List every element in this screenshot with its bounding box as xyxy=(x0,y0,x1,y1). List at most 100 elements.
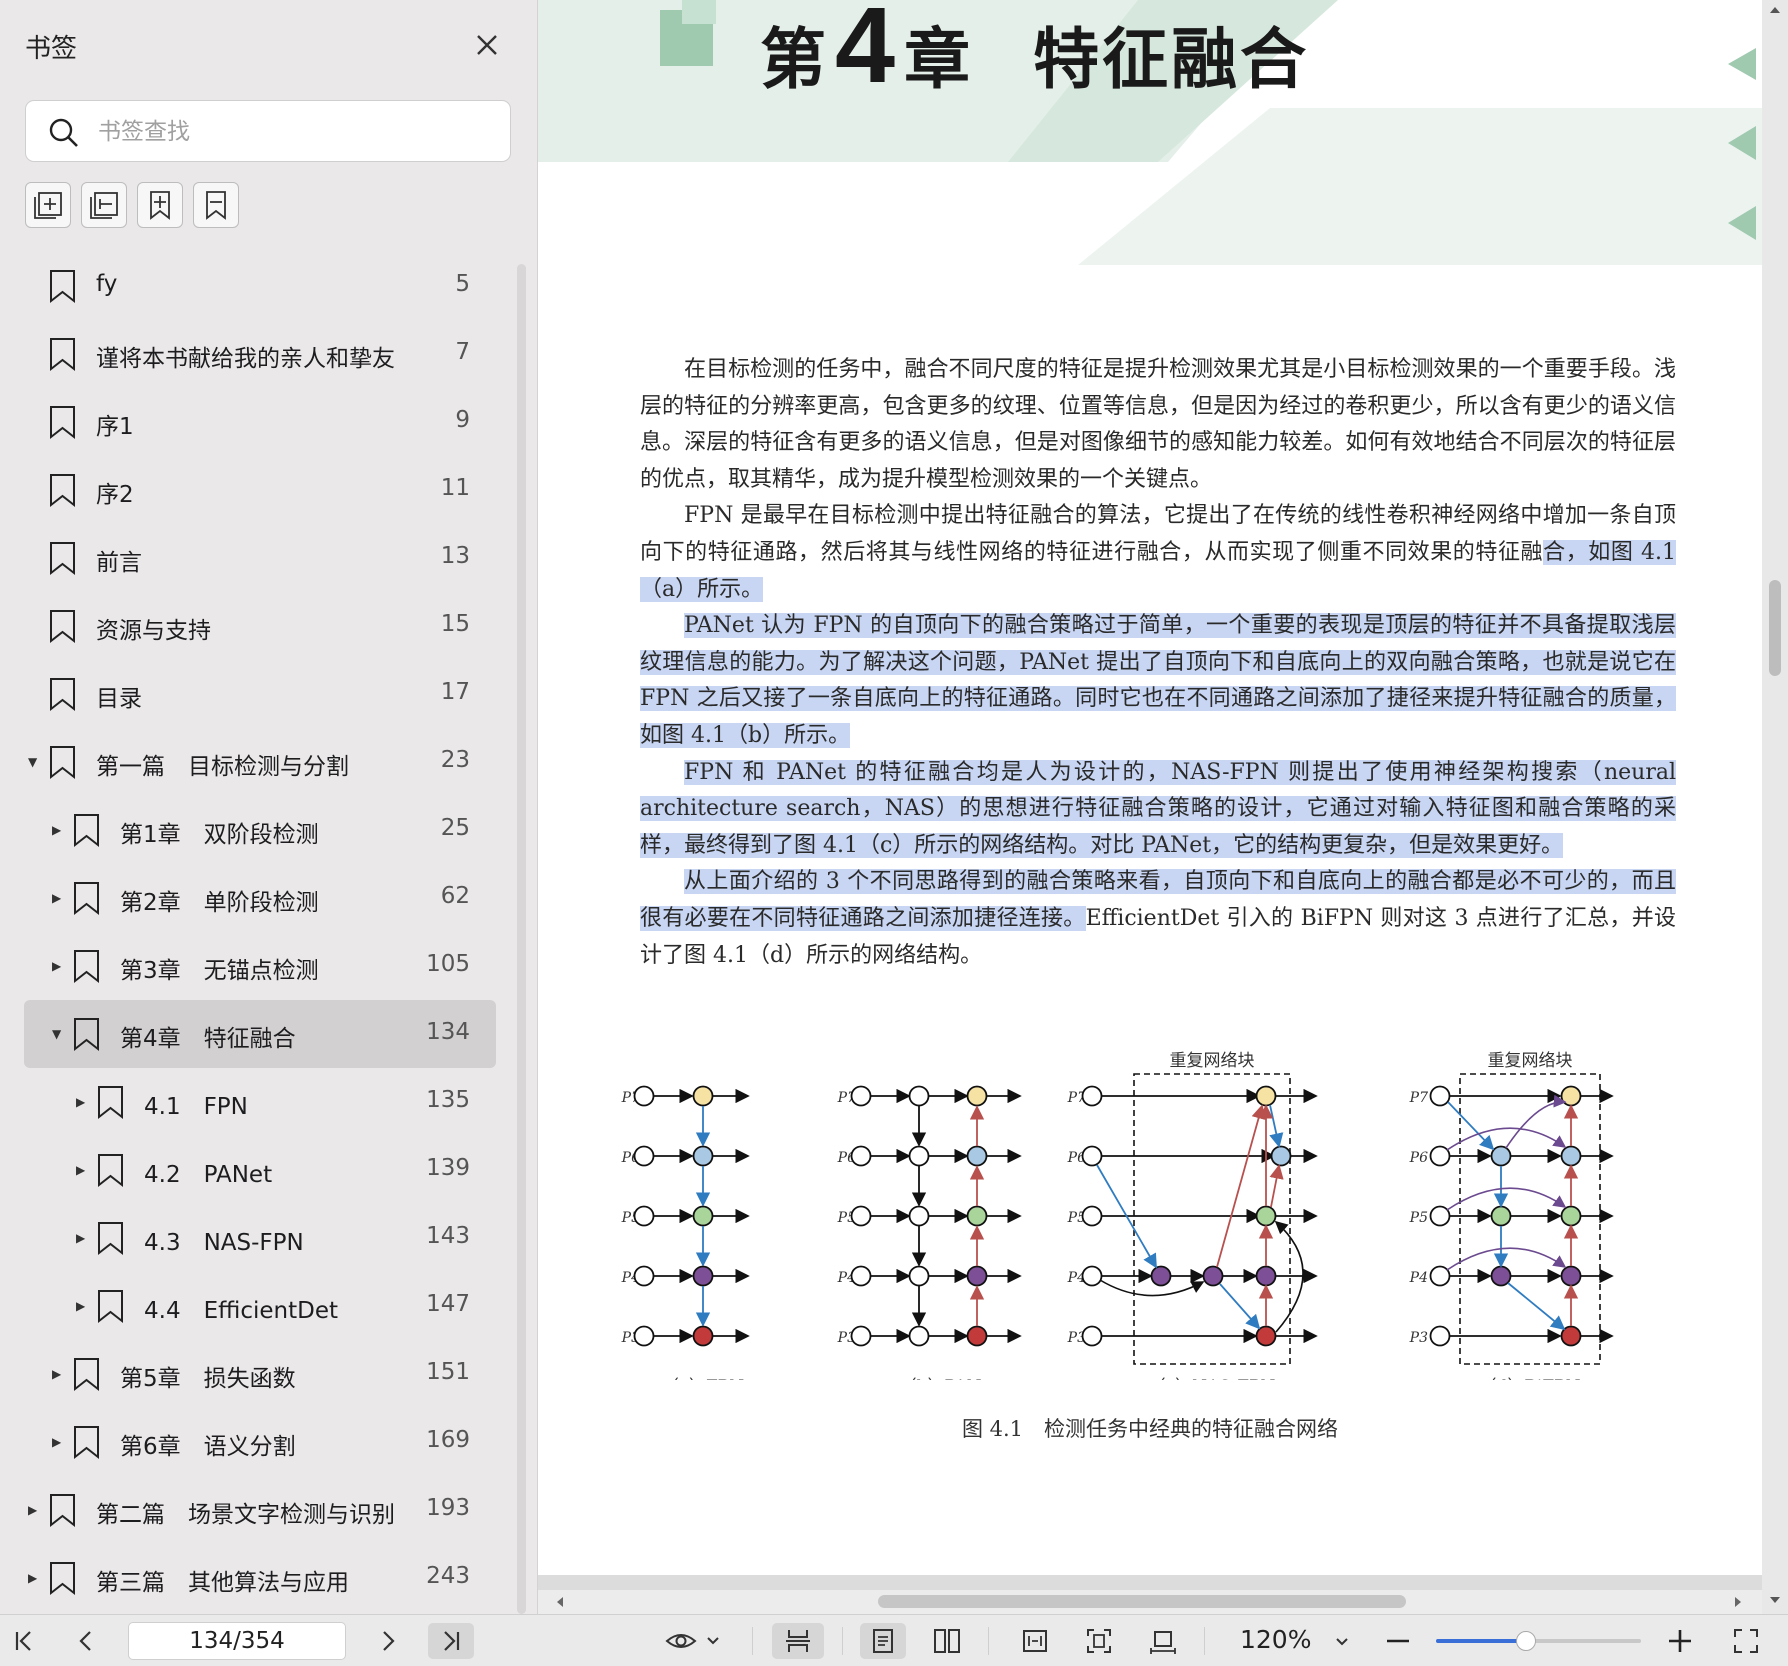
figure-node xyxy=(850,1325,872,1347)
bookmark-search-box[interactable] xyxy=(25,100,511,162)
zoom-level[interactable]: 120% xyxy=(1240,1625,1311,1654)
bookmark-label: 第1章 双阶段检测 xyxy=(120,822,319,848)
rotate-page-button[interactable] xyxy=(1140,1623,1186,1659)
vertical-scroll-thumb[interactable] xyxy=(1769,580,1781,676)
collapsed-triangle-icon[interactable]: ▶ xyxy=(52,888,66,908)
bookmark-item[interactable]: ▶ 第3章 无锚点检测 105 xyxy=(0,932,520,1000)
figure-node xyxy=(692,1145,714,1167)
collapsed-triangle-icon[interactable]: ▶ xyxy=(76,1228,90,1248)
bookmark-label: fy xyxy=(96,271,118,297)
collapsed-triangle-icon[interactable]: ▶ xyxy=(76,1296,90,1316)
bookmark-item[interactable]: 谨将本书献给我的亲人和挚友 7 xyxy=(0,320,520,388)
chapter-body-text[interactable]: 在目标检测的任务中，融合不同尺度的特征是提升检测效果尤其是小目标检测效果的一个重… xyxy=(640,352,1676,974)
vertical-scrollbar[interactable] xyxy=(1762,0,1788,1614)
figure-node xyxy=(692,1205,714,1227)
bookmark-icon xyxy=(74,950,99,984)
bookmark-item[interactable]: ▶ 4.3 NAS-FPN 143 xyxy=(0,1204,520,1272)
bookmark-item[interactable]: 序2 11 xyxy=(0,456,520,524)
bookmark-icon xyxy=(50,678,75,712)
collapse-all-button[interactable] xyxy=(81,182,127,228)
zoom-slider[interactable] xyxy=(1436,1631,1641,1651)
bookmark-sidebar: 书签 fy 5 谨将本书献给我的亲人和挚友 7 序1 9 序2 11 前言 13 资源与支持 15 目录… xyxy=(0,0,538,1614)
remove-bookmark-button[interactable] xyxy=(193,182,239,228)
bookmark-page-number: 151 xyxy=(426,1359,470,1385)
bookmark-label: 谨将本书献给我的亲人和挚友 xyxy=(96,346,395,372)
bookmark-icon xyxy=(98,1154,123,1188)
next-page-button[interactable] xyxy=(368,1623,408,1659)
bookmark-page-number: 23 xyxy=(440,747,470,773)
bookmark-item[interactable]: 前言 13 xyxy=(0,524,520,592)
figure-node xyxy=(966,1085,988,1107)
expanded-triangle-icon[interactable]: ▼ xyxy=(52,1024,66,1044)
scroll-right-icon[interactable] xyxy=(1728,1590,1748,1614)
zoom-dropdown-button[interactable] xyxy=(1322,1623,1362,1659)
continuous-scroll-button[interactable] xyxy=(772,1623,824,1659)
bookmark-icon xyxy=(50,406,75,440)
bookmark-item[interactable]: ▶ 第三篇 其他算法与应用 243 xyxy=(0,1544,520,1612)
bookmark-item[interactable]: ▶ 第2章 单阶段检测 62 xyxy=(0,864,520,932)
last-page-button[interactable] xyxy=(428,1623,474,1659)
zoom-in-button[interactable] xyxy=(1660,1623,1700,1659)
bookmark-page-number: 169 xyxy=(426,1427,470,1453)
collapsed-triangle-icon[interactable]: ▶ xyxy=(52,956,66,976)
bookmark-item[interactable]: ▶ 4.4 EfficientDet 147 xyxy=(0,1272,520,1340)
bookmark-item[interactable]: 序1 9 xyxy=(0,388,520,456)
collapsed-triangle-icon[interactable]: ▶ xyxy=(76,1092,90,1112)
bookmark-item[interactable]: fy 5 xyxy=(0,252,520,320)
figure-node xyxy=(1255,1085,1277,1107)
collapsed-triangle-icon[interactable]: ▶ xyxy=(28,1568,42,1588)
page-number-field[interactable]: 134/354 xyxy=(128,1622,346,1660)
fullscreen-button[interactable] xyxy=(1726,1623,1766,1659)
bookmark-label: 目录 xyxy=(96,686,142,712)
scroll-left-icon[interactable] xyxy=(550,1590,570,1614)
bookmark-label: 第6章 语义分割 xyxy=(120,1434,296,1460)
zoom-slider-knob[interactable] xyxy=(1516,1631,1537,1651)
view-options-button[interactable] xyxy=(662,1623,726,1659)
two-page-button[interactable] xyxy=(924,1623,970,1659)
bookmark-item[interactable]: ▼ 第4章 特征融合 134 xyxy=(24,1000,496,1068)
figure-node xyxy=(633,1145,655,1167)
bottom-toolbar: 134/354 120% xyxy=(0,1614,1788,1666)
sidebar-scrollbar[interactable] xyxy=(517,264,526,1614)
horizontal-scroll-thumb[interactable] xyxy=(878,1595,1406,1608)
collapsed-triangle-icon[interactable]: ▶ xyxy=(76,1160,90,1180)
collapsed-triangle-icon[interactable]: ▶ xyxy=(28,1500,42,1520)
collapsed-triangle-icon[interactable]: ▶ xyxy=(52,1364,66,1384)
horizontal-scrollbar[interactable] xyxy=(538,1590,1762,1614)
bookmark-page-number: 62 xyxy=(440,883,470,909)
fit-page-button[interactable] xyxy=(1076,1623,1122,1659)
bookmark-item[interactable]: ▶ 第1章 双阶段检测 25 xyxy=(0,796,520,864)
figure-node xyxy=(850,1205,872,1227)
bookmark-item[interactable]: ▶ 第5章 损失函数 151 xyxy=(0,1340,520,1408)
figure-node xyxy=(966,1145,988,1167)
first-page-button[interactable] xyxy=(4,1623,44,1659)
collapsed-triangle-icon[interactable]: ▶ xyxy=(52,820,66,840)
zoom-out-button[interactable] xyxy=(1378,1623,1418,1659)
bookmark-item[interactable]: ▶ 4.1 FPN 135 xyxy=(0,1068,520,1136)
previous-page-button[interactable] xyxy=(66,1623,106,1659)
continuous-scroll-icon xyxy=(786,1630,810,1652)
bookmark-item[interactable]: ▼ 第一篇 目标检测与分割 23 xyxy=(0,728,520,796)
figure-node xyxy=(1560,1325,1582,1347)
collapsed-triangle-icon[interactable]: ▶ xyxy=(52,1432,66,1452)
bookmark-item[interactable]: ▶ 第二篇 场景文字检测与识别 193 xyxy=(0,1476,520,1544)
single-page-button[interactable] xyxy=(860,1623,906,1659)
figure-node xyxy=(633,1265,655,1287)
bookmark-search-input[interactable] xyxy=(98,113,488,151)
bookmark-item[interactable]: ▶ 第6章 语义分割 169 xyxy=(0,1408,520,1476)
fit-width-button[interactable] xyxy=(1012,1623,1058,1659)
scroll-up-icon[interactable] xyxy=(1762,0,1788,20)
add-bookmark-button[interactable] xyxy=(137,182,183,228)
bookmark-item[interactable]: ▶ 4.2 PANet 139 xyxy=(0,1136,520,1204)
bookmark-icon xyxy=(50,270,75,304)
document-view[interactable]: 第4章 特征融合 在目标检测的任务中，融合不同尺度的特征是提升检测效果尤其是小目标… xyxy=(538,0,1762,1590)
expanded-triangle-icon[interactable]: ▼ xyxy=(28,752,42,772)
scroll-down-icon[interactable] xyxy=(1762,1590,1788,1610)
figure-node xyxy=(692,1085,714,1107)
close-sidebar-button[interactable] xyxy=(468,26,508,66)
figure-node xyxy=(1081,1085,1103,1107)
chevron-down-icon xyxy=(1336,1638,1348,1646)
bookmark-item[interactable]: 目录 17 xyxy=(0,660,520,728)
bookmark-item[interactable]: 资源与支持 15 xyxy=(0,592,520,660)
expand-all-button[interactable] xyxy=(25,182,71,228)
